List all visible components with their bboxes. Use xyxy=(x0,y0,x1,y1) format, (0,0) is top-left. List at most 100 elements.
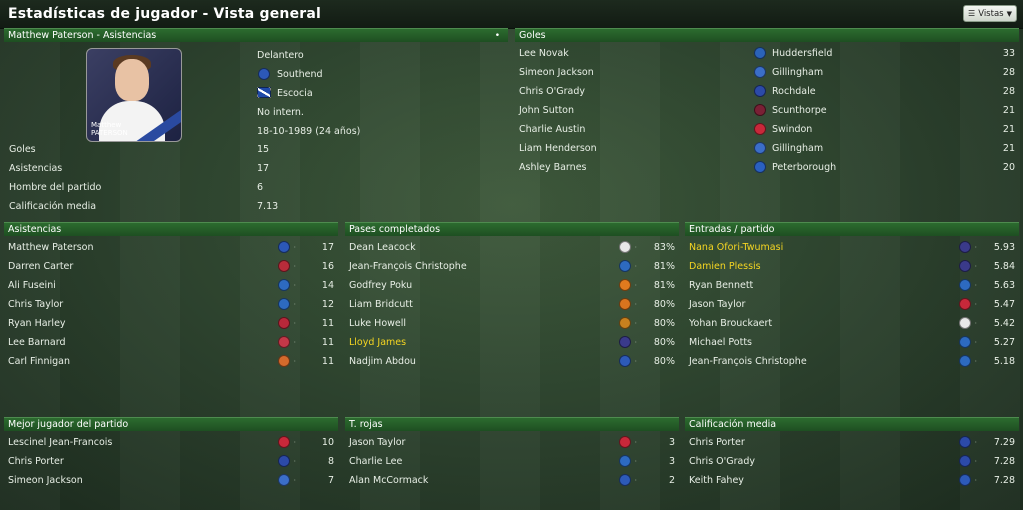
player-name[interactable]: Dean Leacock xyxy=(349,238,416,257)
table-row[interactable]: Jean-François Christophe · 81% xyxy=(345,257,679,276)
player-name[interactable]: Chris Porter xyxy=(689,433,745,452)
player-name[interactable]: Chris O'Grady xyxy=(519,82,585,101)
table-row[interactable]: Ali Fuseini · 14 xyxy=(4,276,338,295)
player-name[interactable]: Liam Bridcutt xyxy=(349,295,413,314)
table-row[interactable]: Charlie Lee · 3 xyxy=(345,452,679,471)
table-row[interactable]: Carl Finnigan · 11 xyxy=(4,352,338,371)
player-name[interactable]: Jean-François Christophe xyxy=(349,257,467,276)
table-row[interactable]: Jason Taylor · 5.47 xyxy=(685,295,1019,314)
table-row[interactable]: Liam Bridcutt · 80% xyxy=(345,295,679,314)
photo-caption-last: PATERSON xyxy=(91,129,128,137)
table-row[interactable]: Matthew Paterson · 17 xyxy=(4,238,338,257)
player-name[interactable]: Chris O'Grady xyxy=(689,452,755,471)
table-row[interactable]: Ryan Bennett · 5.63 xyxy=(685,276,1019,295)
table-row[interactable]: Yohan Brouckaert · 5.42 xyxy=(685,314,1019,333)
player-name[interactable]: Chris Taylor xyxy=(8,295,63,314)
table-row[interactable]: Lescinel Jean-Francois · 10 xyxy=(4,433,338,452)
table-row[interactable]: Chris Porter · 8 xyxy=(4,452,338,471)
player-name[interactable]: Nana Ofori-Twumasi xyxy=(689,238,783,257)
player-name[interactable]: Jean-François Christophe xyxy=(689,352,807,371)
player-name[interactable]: Liam Henderson xyxy=(519,139,597,158)
table-row[interactable]: Keith Fahey · 7.28 xyxy=(685,471,1019,490)
player-name[interactable]: Simeon Jackson xyxy=(519,63,594,82)
player-name[interactable]: Ashley Barnes xyxy=(519,158,587,177)
table-row[interactable]: Damien Plessis · 5.84 xyxy=(685,257,1019,276)
table-row[interactable]: Nana Ofori-Twumasi · 5.93 xyxy=(685,238,1019,257)
table-row[interactable]: Chris O'Grady Rochdale 28 xyxy=(515,82,1019,101)
table-row[interactable]: Lee Barnard · 11 xyxy=(4,333,338,352)
stat-value: 3 xyxy=(668,456,675,467)
player-name[interactable]: Lee Novak xyxy=(519,44,569,63)
player-name[interactable]: Nadjim Abdou xyxy=(349,352,416,371)
club-name[interactable]: Swindon xyxy=(772,120,812,139)
tackles-panel: Entradas / partido Nana Ofori-Twumasi · 5.… xyxy=(685,222,1019,371)
player-name[interactable]: Chris Porter xyxy=(8,452,64,471)
player-name[interactable]: Yohan Brouckaert xyxy=(689,314,772,333)
player-name[interactable]: John Sutton xyxy=(519,101,574,120)
table-row[interactable]: Darren Carter · 16 xyxy=(4,257,338,276)
club-name[interactable]: Huddersfield xyxy=(772,44,832,63)
table-row[interactable]: John Sutton Scunthorpe 21 xyxy=(515,101,1019,120)
player-name[interactable]: Matthew Paterson xyxy=(8,238,94,257)
table-row[interactable]: Godfrey Poku · 81% xyxy=(345,276,679,295)
stat-value: 7.28 xyxy=(993,456,1015,467)
table-row[interactable]: Simeon Jackson Gillingham 28 xyxy=(515,63,1019,82)
club-name[interactable]: Gillingham xyxy=(772,63,823,82)
player-name[interactable]: Charlie Lee xyxy=(349,452,402,471)
views-button[interactable]: ☰ Vistas ▼ xyxy=(963,5,1017,22)
player-name[interactable]: Jason Taylor xyxy=(349,433,405,452)
separator-dot: · xyxy=(634,319,637,328)
player-name[interactable]: Lloyd James xyxy=(349,333,406,352)
reds-list: Jason Taylor · 3 Charlie Lee · 3 Alan McCormac… xyxy=(345,433,679,490)
table-row[interactable]: Michael Potts · 5.27 xyxy=(685,333,1019,352)
player-name[interactable]: Jason Taylor xyxy=(689,295,745,314)
table-row[interactable]: Chris Porter · 7.29 xyxy=(685,433,1019,452)
table-row[interactable]: Luke Howell · 80% xyxy=(345,314,679,333)
menu-dot-icon[interactable]: • xyxy=(495,29,500,43)
player-name[interactable]: Charlie Austin xyxy=(519,120,585,139)
table-row[interactable]: Chris O'Grady · 7.28 xyxy=(685,452,1019,471)
separator-dot: · xyxy=(974,476,977,485)
table-row[interactable]: Lloyd James · 80% xyxy=(345,333,679,352)
table-row[interactable]: Jean-François Christophe · 5.18 xyxy=(685,352,1019,371)
player-name[interactable]: Damien Plessis xyxy=(689,257,761,276)
player-name[interactable]: Lescinel Jean-Francois xyxy=(8,433,112,452)
player-name[interactable]: Ryan Bennett xyxy=(689,276,753,295)
club-value[interactable]: Southend xyxy=(277,69,323,80)
club-badge-icon xyxy=(278,279,290,291)
table-row[interactable]: Jason Taylor · 3 xyxy=(345,433,679,452)
stat-label: Asistencias xyxy=(9,163,63,174)
intl-value: No intern. xyxy=(257,107,304,118)
assists-list: Matthew Paterson · 17 Darren Carter · 16 Ali F… xyxy=(4,238,338,371)
table-row[interactable]: Ryan Harley · 11 xyxy=(4,314,338,333)
nation-value[interactable]: Escocia xyxy=(277,88,313,99)
player-name[interactable]: Carl Finnigan xyxy=(8,352,70,371)
table-row[interactable]: Liam Henderson Gillingham 21 xyxy=(515,139,1019,158)
table-row[interactable]: Nadjim Abdou · 80% xyxy=(345,352,679,371)
player-name[interactable]: Michael Potts xyxy=(689,333,752,352)
player-name[interactable]: Godfrey Poku xyxy=(349,276,412,295)
player-name[interactable]: Luke Howell xyxy=(349,314,406,333)
player-name[interactable]: Alan McCormack xyxy=(349,471,428,490)
player-name[interactable]: Simeon Jackson xyxy=(8,471,83,490)
passes-panel: Pases completados Dean Leacock · 83% Jean-F… xyxy=(345,222,679,371)
table-row[interactable]: Charlie Austin Swindon 21 xyxy=(515,120,1019,139)
player-name[interactable]: Darren Carter xyxy=(8,257,73,276)
table-row[interactable]: Dean Leacock · 83% xyxy=(345,238,679,257)
club-name[interactable]: Scunthorpe xyxy=(772,101,827,120)
table-row[interactable]: Chris Taylor · 12 xyxy=(4,295,338,314)
passes-header: Pases completados xyxy=(345,222,679,236)
table-row[interactable]: Simeon Jackson · 7 xyxy=(4,471,338,490)
player-name[interactable]: Ali Fuseini xyxy=(8,276,56,295)
player-name[interactable]: Ryan Harley xyxy=(8,314,66,333)
club-name[interactable]: Peterborough xyxy=(772,158,836,177)
profile-header: Matthew Paterson - Asistencias • xyxy=(4,28,508,42)
table-row[interactable]: Alan McCormack · 2 xyxy=(345,471,679,490)
player-name[interactable]: Keith Fahey xyxy=(689,471,744,490)
club-name[interactable]: Rochdale xyxy=(772,82,816,101)
table-row[interactable]: Lee Novak Huddersfield 33 xyxy=(515,44,1019,63)
table-row[interactable]: Ashley Barnes Peterborough 20 xyxy=(515,158,1019,177)
club-name[interactable]: Gillingham xyxy=(772,139,823,158)
player-name[interactable]: Lee Barnard xyxy=(8,333,66,352)
stat-value: 7.13 xyxy=(257,201,279,212)
